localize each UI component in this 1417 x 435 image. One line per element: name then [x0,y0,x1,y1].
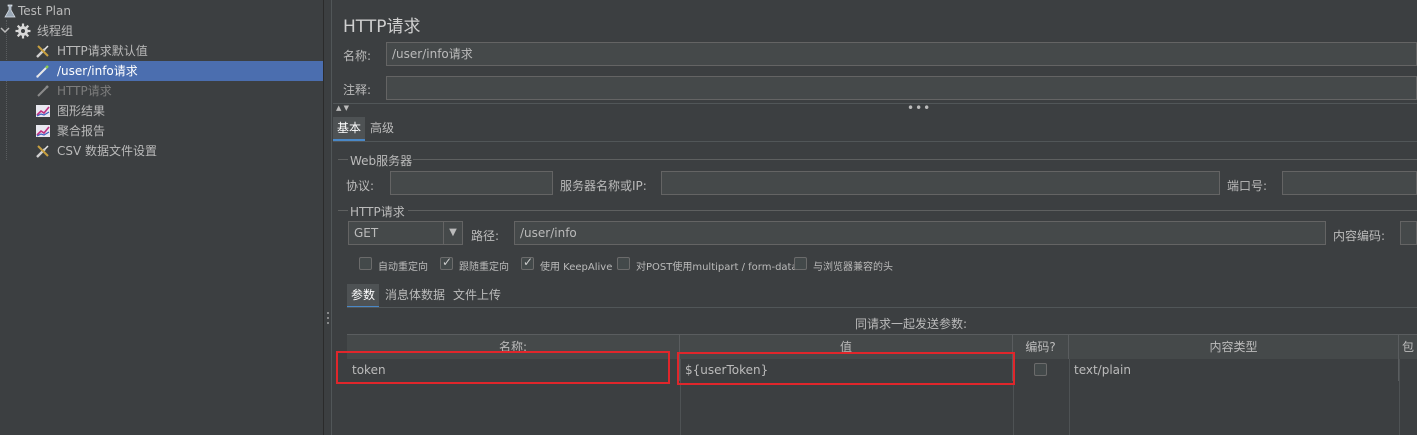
highlight-box-name [336,351,670,384]
highlight-box-value [677,352,1015,385]
chevron-down-icon[interactable] [0,24,10,40]
server-field[interactable] [661,171,1220,195]
column-header-content-type[interactable]: 内容类型 [1069,335,1399,359]
protocol-label: 协议: [346,179,375,193]
group-border [338,159,348,160]
method-select[interactable]: GET ▼ [348,221,463,245]
flask-icon [2,3,18,19]
section-divider [333,103,1417,104]
http-request-panel: HTTP请求 名称: /user/info请求 注释: ▲ ▼ ••• 基本 高… [333,0,1417,435]
group-border [413,159,1417,160]
tree-item-csv-data-set[interactable]: CSV 数据文件设置 [0,141,323,161]
tab-underline [333,141,1417,142]
web-server-group-title: Web服务器 [350,154,413,168]
tree-item-label: 聚合报告 [57,124,106,138]
tree-item-label: HTTP请求 [57,84,112,98]
tree-item-label: /user/info请求 [57,64,138,78]
group-border [408,210,1417,211]
follow-redirect-label: 跟随重定向 [459,262,509,273]
port-label: 端口号: [1227,179,1268,193]
tree-item-test-plan[interactable]: Test Plan [0,1,323,21]
comment-label: 注释: [343,83,372,97]
browser-headers-checkbox[interactable] [794,257,807,270]
auto-redirect-label: 自动重定向 [378,262,428,273]
tab-basic[interactable]: 基本 [333,117,366,141]
method-select-value: GET [354,226,379,240]
wrench-icon [35,143,51,159]
encode-checkbox[interactable] [1034,363,1047,376]
server-label: 服务器名称或IP: [560,179,647,193]
tree-item-thread-group[interactable]: 线程组 [0,21,323,41]
http-request-group-title: HTTP请求 [350,205,405,219]
auto-redirect-checkbox[interactable] [359,257,372,270]
pipette-icon [35,83,51,99]
tab-file-upload[interactable]: 文件上传 [449,284,505,306]
path-label: 路径: [471,229,500,243]
wrench-icon [35,43,51,59]
tab-parameters[interactable]: 参数 [347,284,380,308]
tree-item-graph-results[interactable]: 图形结果 [0,101,323,121]
tree-item-label: 线程组 [37,24,74,38]
port-field[interactable] [1282,171,1417,195]
grip-dot [327,312,329,314]
tree-item-http-defaults[interactable]: HTTP请求默认值 [0,41,323,61]
grip-dot [327,317,329,319]
group-border [338,210,348,211]
keepalive-checkbox[interactable] [521,255,534,270]
split-pane-divider[interactable] [323,0,332,435]
tree-item-aggregate-report[interactable]: 聚合报告 [0,121,323,141]
tree-item-user-info-request[interactable]: /user/info请求 [0,61,323,81]
tree-item-label: HTTP请求默认值 [57,44,148,58]
encoding-label: 内容编码: [1333,229,1386,243]
drag-handle-icon[interactable]: ••• [907,101,931,115]
protocol-field[interactable] [390,171,553,195]
keepalive-label: 使用 KeepAlive [540,262,613,273]
grip-dot [327,322,329,324]
multipart-checkbox[interactable] [617,257,630,270]
multipart-label: 对POST使用multipart / form-data [636,262,798,273]
tree-item-http-request[interactable]: HTTP请求 [0,81,323,101]
pipette-icon [35,63,51,79]
comment-field[interactable] [386,76,1417,100]
tab-advanced[interactable]: 高级 [366,117,398,139]
name-label: 名称: [343,49,372,63]
gear-icon [15,23,31,39]
column-header-encode[interactable]: 编码? [1013,335,1069,359]
subtab-underline [347,307,1417,308]
test-plan-tree[interactable]: Test Plan 线程组 HTTP请求默认值 /user/info请求 HTT… [0,0,323,435]
column-divider [1399,359,1400,435]
param-content-type-cell[interactable]: text/plain [1069,359,1399,381]
path-field[interactable]: /user/info [514,221,1326,245]
params-caption: 同请求一起发送参数: [855,317,968,331]
param-encode-cell[interactable] [1013,359,1069,381]
browser-headers-label: 与浏览器兼容的头 [813,262,893,273]
tree-item-label: Test Plan [18,4,71,18]
page-title: HTTP请求 [343,17,421,37]
graph-icon [35,123,51,139]
name-field[interactable]: /user/info请求 [386,42,1417,66]
chevron-down-icon[interactable]: ▼ [443,222,462,244]
tree-item-label: 图形结果 [57,104,106,118]
collapse-arrows-icon[interactable]: ▲ ▼ [336,104,349,112]
follow-redirect-checkbox[interactable] [440,255,453,270]
column-header-include[interactable]: 包 [1399,335,1417,359]
tab-body-data[interactable]: 消息体数据 [381,284,449,306]
tree-item-label: CSV 数据文件设置 [57,144,158,158]
graph-icon [35,103,51,119]
encoding-field[interactable] [1400,221,1417,245]
